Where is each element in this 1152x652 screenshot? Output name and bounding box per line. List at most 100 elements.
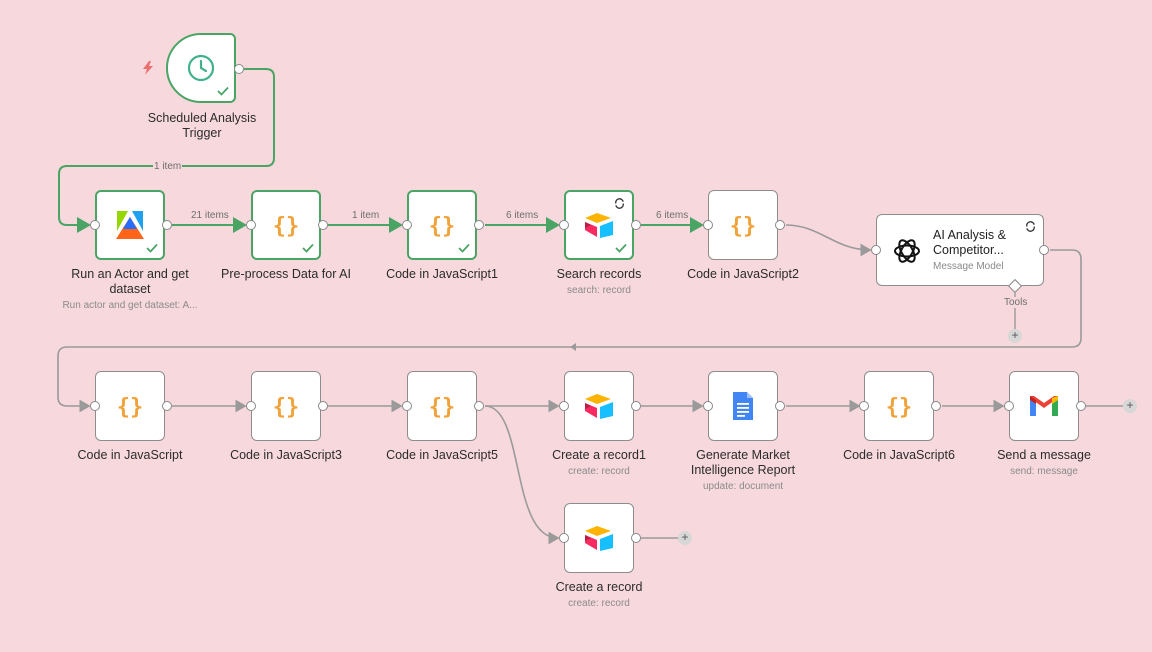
input-port[interactable] [703, 220, 713, 230]
node-scheduled-trigger[interactable] [166, 33, 236, 103]
node-code2[interactable]: {} [708, 190, 778, 260]
success-check-icon [146, 243, 158, 253]
code-braces-icon: {} [429, 214, 456, 239]
add-tool-button[interactable]: + [1008, 329, 1022, 343]
node-run-actor[interactable] [95, 190, 165, 260]
svg-text:{}: {} [429, 395, 456, 420]
node-subtitle: search: record [567, 285, 631, 296]
node-label: Run an Actor and get dataset [71, 267, 189, 296]
edge-label-trigger-actor: 1 item [153, 161, 183, 172]
ai-node-title: AI Analysis & Competitor... [933, 228, 1006, 257]
output-port[interactable] [775, 220, 785, 230]
airtable-icon [585, 526, 613, 551]
input-port[interactable] [90, 401, 100, 411]
edge-label-preprocess-code1: 1 item [351, 210, 381, 221]
node-code3[interactable]: {} [251, 371, 321, 441]
node-code5[interactable]: {} [407, 371, 477, 441]
node-send-message[interactable] [1009, 371, 1079, 441]
input-port[interactable] [90, 220, 100, 230]
add-node-button[interactable]: + [1123, 399, 1137, 413]
svg-text:{}: {} [273, 214, 300, 239]
output-port[interactable] [631, 401, 641, 411]
node-label: Pre-process Data for AI [221, 267, 351, 281]
ai-node-subtitle: Message Model [933, 261, 1004, 272]
node-label: Create a record1 [552, 448, 646, 462]
svg-text:{}: {} [429, 214, 456, 239]
google-docs-icon [733, 392, 753, 420]
output-port[interactable] [162, 220, 172, 230]
node-subtitle: create: record [568, 466, 630, 477]
node-code1[interactable]: {} [407, 190, 477, 260]
output-port[interactable] [1076, 401, 1086, 411]
success-check-icon [458, 243, 470, 253]
input-port[interactable] [402, 220, 412, 230]
tools-label: Tools [1003, 297, 1029, 308]
node-generate-report[interactable] [708, 371, 778, 441]
output-port[interactable] [631, 533, 641, 543]
output-port[interactable] [1039, 245, 1049, 255]
node-ai-analysis[interactable]: AI Analysis & Competitor... Message Mode… [876, 214, 1044, 286]
node-subtitle: Run actor and get dataset: A... [62, 300, 198, 311]
output-port[interactable] [162, 401, 172, 411]
node-create-record[interactable] [564, 503, 634, 573]
airtable-icon [585, 213, 613, 238]
output-port[interactable] [234, 64, 244, 74]
node-label: Code in JavaScript1 [386, 267, 498, 281]
node-label: Generate Market Intelligence Report [690, 448, 796, 477]
code-braces-icon: {} [273, 395, 300, 420]
success-check-icon [302, 243, 314, 253]
input-port[interactable] [402, 401, 412, 411]
input-port[interactable] [246, 401, 256, 411]
node-preprocess[interactable]: {} [251, 190, 321, 260]
gmail-icon [1030, 396, 1058, 416]
node-label: Code in JavaScript5 [386, 448, 498, 462]
node-code0[interactable]: {} [95, 371, 165, 441]
airtable-icon [585, 394, 613, 419]
openai-icon [894, 239, 920, 263]
input-port[interactable] [703, 401, 713, 411]
node-subtitle: send: message [1010, 466, 1078, 477]
add-node-button[interactable]: + [678, 531, 692, 545]
input-port[interactable] [246, 220, 256, 230]
code-braces-icon: {} [117, 395, 144, 420]
output-port[interactable] [474, 220, 484, 230]
output-port[interactable] [318, 401, 328, 411]
clock-icon [187, 54, 215, 82]
success-check-icon [217, 86, 229, 96]
input-port[interactable] [559, 220, 569, 230]
node-code6[interactable]: {} [864, 371, 934, 441]
code-braces-icon: {} [429, 395, 456, 420]
node-label: Code in JavaScript2 [687, 267, 799, 281]
code-braces-icon: {} [730, 214, 757, 239]
output-port[interactable] [775, 401, 785, 411]
output-port[interactable] [631, 220, 641, 230]
node-search-records[interactable] [564, 190, 634, 260]
edge-label-search-code2: 6 items [655, 210, 690, 221]
node-label: Code in JavaScript6 [843, 448, 955, 462]
success-check-icon [615, 243, 627, 253]
code-braces-icon: {} [886, 395, 913, 420]
svg-text:{}: {} [117, 395, 144, 420]
node-label: Send a message [997, 448, 1091, 462]
input-port[interactable] [871, 245, 881, 255]
input-port[interactable] [559, 401, 569, 411]
node-label: Search records [556, 267, 642, 281]
refresh-icon [615, 198, 624, 209]
node-subtitle: update: document [702, 481, 784, 492]
node-label: Scheduled Analysis Trigger [147, 111, 257, 140]
edge-label-code1-search: 6 items [505, 210, 540, 221]
workflow-canvas[interactable]: 1 item 21 items 1 item 6 items 6 items S… [0, 0, 1152, 652]
node-label: Create a record [555, 580, 643, 594]
node-label: Code in JavaScript3 [230, 448, 342, 462]
output-port[interactable] [318, 220, 328, 230]
input-port[interactable] [559, 533, 569, 543]
svg-text:{}: {} [273, 395, 300, 420]
edge-label-actor-preprocess: 21 items [190, 210, 230, 221]
refresh-icon [1026, 221, 1035, 232]
input-port[interactable] [1004, 401, 1014, 411]
node-create-record1[interactable] [564, 371, 634, 441]
input-port[interactable] [859, 401, 869, 411]
output-port[interactable] [931, 401, 941, 411]
output-port[interactable] [474, 401, 484, 411]
apify-icon [116, 211, 144, 239]
